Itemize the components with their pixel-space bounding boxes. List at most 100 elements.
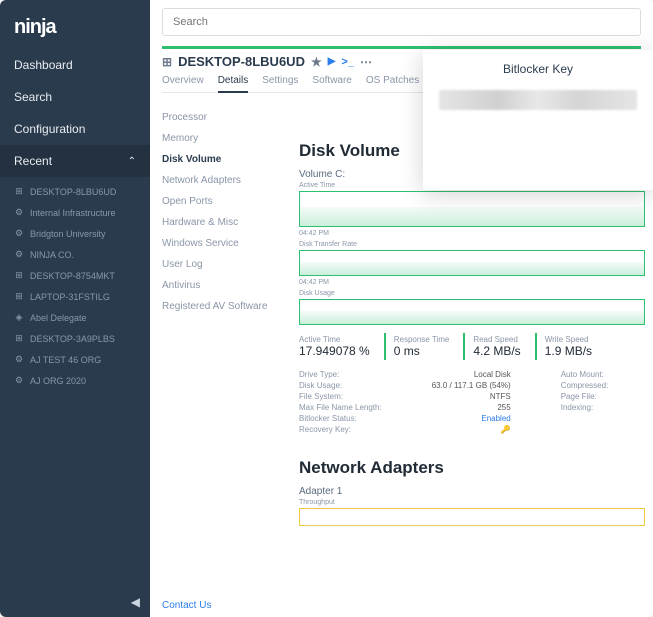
details-side-menu: ProcessorMemoryDisk VolumeNetwork Adapte… — [150, 93, 295, 617]
side-menu-item[interactable]: Memory — [162, 128, 283, 149]
star-icon[interactable]: ★ — [311, 55, 322, 69]
metric-value: 0 ms — [394, 344, 450, 358]
prop-values-1: Local Disk63.0 / 117.1 GB (54%)NTFS255En… — [432, 370, 511, 434]
device-type-icon: ⊞ — [14, 333, 24, 344]
prop-label: Indexing: — [561, 403, 609, 412]
side-menu-item[interactable]: User Log — [162, 254, 283, 275]
recent-item-label: AJ ORG 2020 — [30, 376, 86, 386]
recent-item-label: AJ TEST 46 ORG — [30, 355, 101, 365]
prop-label: Bitlocker Status: — [299, 414, 382, 423]
network-title: Network Adapters — [299, 458, 645, 478]
prop-label: Page File: — [561, 392, 609, 401]
recent-item[interactable]: ⚙ AJ ORG 2020 — [0, 370, 150, 391]
prop-labels-2: Auto Mount:Compressed:Page File:Indexing… — [561, 370, 609, 434]
recent-item-label: Abel Delegate — [30, 313, 87, 323]
recent-item[interactable]: ⚙Bridgton University — [0, 223, 150, 244]
recent-item[interactable]: ⚙ Internal Infrastructure — [0, 202, 150, 223]
prop-value[interactable]: Enabled — [432, 414, 511, 423]
usage-graph-label: Disk Usage — [299, 290, 645, 297]
adapter-label: Adapter 1 — [299, 486, 645, 497]
nav-search[interactable]: Search — [0, 81, 150, 113]
device-name: DESKTOP-8LBU6UD — [178, 54, 305, 69]
metric-value: 17.949078 % — [299, 344, 370, 358]
side-menu-item[interactable]: Network Adapters — [162, 170, 283, 191]
play-icon[interactable]: ▶ — [328, 56, 336, 67]
active-time-graph — [299, 191, 645, 227]
metric-label: Write Speed — [545, 335, 592, 344]
transfer-graph-label: Disk Transfer Rate — [299, 241, 645, 248]
tab-details[interactable]: Details — [218, 75, 249, 93]
terminal-icon[interactable]: >_ — [341, 56, 354, 68]
prop-label: Max File Name Length: — [299, 403, 382, 412]
recent-item[interactable]: ⊞DESKTOP-3A9PLBS — [0, 328, 150, 349]
recent-item[interactable]: ◈ Abel Delegate — [0, 307, 150, 328]
popup-title: Bitlocker Key — [439, 62, 637, 76]
side-menu-item[interactable]: Registered AV Software — [162, 296, 283, 317]
device-type-icon: ⚙ — [14, 375, 24, 386]
tab-os-patches[interactable]: OS Patches — [366, 75, 419, 92]
transfer-graph — [299, 250, 645, 276]
sidebar: ninja Dashboard Search Configuration Rec… — [0, 0, 150, 617]
disk-properties: Drive Type:Disk Usage:File System:Max Fi… — [299, 370, 645, 434]
nav-dashboard[interactable]: Dashboard — [0, 49, 150, 81]
prop-value: Local Disk — [432, 370, 511, 379]
disk-metrics: Active Time17.949078 %Response Time0 msR… — [299, 333, 645, 360]
prop-labels-1: Drive Type:Disk Usage:File System:Max Fi… — [299, 370, 382, 434]
nav-configuration[interactable]: Configuration — [0, 113, 150, 145]
recent-item[interactable]: ⊞LAPTOP-31FSTILG — [0, 286, 150, 307]
metric: Write Speed1.9 MB/s — [535, 333, 606, 360]
prop-value[interactable]: 🔑 — [432, 425, 511, 434]
device-type-icon: ⚙ — [14, 207, 24, 218]
graph-ts-2: 04:42 PM — [299, 279, 645, 286]
side-menu-item[interactable]: Disk Volume — [162, 149, 283, 170]
metric-value: 1.9 MB/s — [545, 344, 592, 358]
metric: Response Time0 ms — [384, 333, 464, 360]
throughput-label: Throughput — [299, 499, 645, 506]
side-menu-item[interactable]: Processor — [162, 107, 283, 128]
prop-label: Drive Type: — [299, 370, 382, 379]
recent-item[interactable]: ⊞ DESKTOP-8754MKT — [0, 265, 150, 286]
metric-label: Response Time — [394, 335, 450, 344]
tab-software[interactable]: Software — [312, 75, 351, 92]
contact-us-link[interactable]: Contact Us — [162, 600, 211, 611]
prop-label: Recovery Key: — [299, 425, 382, 434]
side-menu-item[interactable]: Windows Service — [162, 233, 283, 254]
device-type-icon: ⚙ — [14, 249, 24, 260]
recent-item-label: NINJA CO. — [30, 250, 74, 260]
prop-label: Auto Mount: — [561, 370, 609, 379]
metric: Read Speed4.2 MB/s — [463, 333, 534, 360]
metric-label: Read Speed — [473, 335, 520, 344]
tab-settings[interactable]: Settings — [262, 75, 298, 92]
recent-item-label: Bridgton University — [30, 229, 106, 239]
search-input[interactable] — [162, 8, 641, 36]
bitlocker-key-value — [439, 90, 637, 110]
tab-overview[interactable]: Overview — [162, 75, 204, 92]
device-type-icon: ⚙ — [14, 354, 24, 365]
side-menu-item[interactable]: Hardware & Misc — [162, 212, 283, 233]
recent-item[interactable]: ⚙ AJ TEST 46 ORG — [0, 349, 150, 370]
recent-item[interactable]: ⚙ NINJA CO. — [0, 244, 150, 265]
recent-item-label: DESKTOP-8LBU6UD — [30, 187, 116, 197]
device-type-icon: ⊞ — [14, 270, 24, 281]
adapter-graph — [299, 508, 645, 526]
graph-ts-1: 04:42 PM — [299, 230, 645, 237]
recent-list: ⊞DESKTOP-8LBU6UD⚙Internal Infrastructure… — [0, 177, 150, 395]
side-menu-item[interactable]: Open Ports — [162, 191, 283, 212]
more-icon[interactable]: ⋯ — [360, 55, 372, 69]
prop-label: Disk Usage: — [299, 381, 382, 390]
collapse-sidebar-icon[interactable]: ◀ — [131, 595, 140, 609]
side-menu-item[interactable]: Antivirus — [162, 275, 283, 296]
windows-icon: ⊞ — [162, 55, 172, 69]
prop-value: 63.0 / 117.1 GB (54%) — [432, 381, 511, 390]
bitlocker-popup: Bitlocker Key — [423, 50, 653, 190]
device-type-icon: ⊞ — [14, 291, 24, 302]
metric-value: 4.2 MB/s — [473, 344, 520, 358]
recent-item-label: DESKTOP-8754MKT — [30, 271, 115, 281]
prop-value: 255 — [432, 403, 511, 412]
metric-label: Active Time — [299, 335, 370, 344]
nav-recent-label: Recent — [14, 154, 52, 168]
recent-item[interactable]: ⊞DESKTOP-8LBU6UD — [0, 181, 150, 202]
recent-item-label: Internal Infrastructure — [30, 208, 116, 218]
device-type-icon: ◈ — [14, 312, 24, 323]
nav-recent[interactable]: Recent ⌃ — [0, 145, 150, 177]
